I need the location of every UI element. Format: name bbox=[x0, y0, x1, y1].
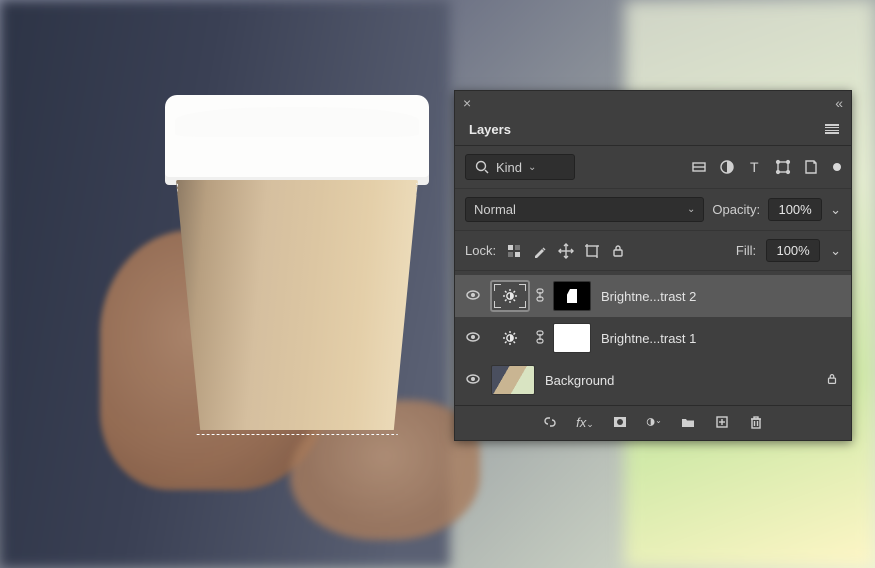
panel-menu-button[interactable] bbox=[821, 118, 843, 140]
image-thumbnail[interactable] bbox=[491, 365, 535, 395]
chevron-down-icon[interactable]: ⌄ bbox=[830, 243, 841, 259]
filter-adjustment-icon[interactable] bbox=[719, 159, 735, 175]
blend-mode-dropdown[interactable]: Normal ⌄ bbox=[465, 197, 704, 222]
brightness-icon bbox=[502, 330, 518, 346]
new-layer-icon[interactable] bbox=[714, 414, 730, 430]
layer-name[interactable]: Background bbox=[545, 373, 813, 388]
new-group-icon[interactable] bbox=[680, 414, 696, 430]
opacity-value[interactable] bbox=[775, 202, 815, 217]
layers-list: Brightne...trast 2 Brightne...trast 1 Ba… bbox=[455, 271, 851, 405]
layer-name[interactable]: Brightne...trast 2 bbox=[601, 289, 841, 304]
opacity-label: Opacity: bbox=[712, 202, 760, 217]
filter-shape-icon[interactable] bbox=[775, 159, 791, 175]
blend-mode-value: Normal bbox=[474, 202, 516, 217]
link-layers-icon[interactable] bbox=[542, 414, 558, 430]
visibility-toggle[interactable] bbox=[465, 287, 481, 306]
panel-tabs: Layers bbox=[455, 113, 851, 146]
layer-mask-thumbnail[interactable] bbox=[553, 281, 591, 311]
close-icon[interactable]: × bbox=[463, 95, 471, 111]
svg-text:T: T bbox=[750, 159, 759, 175]
layer-background[interactable]: Background bbox=[455, 359, 851, 401]
filter-smartobject-icon[interactable] bbox=[803, 159, 819, 175]
filter-pixel-icon[interactable] bbox=[691, 159, 707, 175]
lock-pixels-icon[interactable] bbox=[532, 243, 548, 259]
chevron-down-icon: ⌄ bbox=[528, 162, 536, 173]
filter-row: Kind ⌄ T bbox=[455, 146, 851, 189]
filter-type-dropdown[interactable]: Kind ⌄ bbox=[465, 154, 575, 180]
collapse-icon[interactable]: « bbox=[835, 95, 843, 111]
brightness-icon bbox=[502, 288, 518, 304]
layer-name[interactable]: Brightne...trast 1 bbox=[601, 331, 841, 346]
lock-transparency-icon[interactable] bbox=[506, 243, 522, 259]
filter-type-label: Kind bbox=[496, 160, 522, 175]
filter-type-icon[interactable]: T bbox=[747, 159, 763, 175]
visibility-toggle[interactable] bbox=[465, 329, 481, 348]
chevron-down-icon[interactable]: ⌄ bbox=[830, 202, 841, 218]
lock-fill-row: Lock: Fill: ⌄ bbox=[455, 231, 851, 271]
chevron-down-icon: ⌄ bbox=[687, 204, 695, 215]
layer-brightness-contrast-1[interactable]: Brightne...trast 1 bbox=[455, 317, 851, 359]
opacity-input[interactable] bbox=[768, 198, 822, 221]
add-mask-icon[interactable] bbox=[612, 414, 628, 430]
selection-marquee bbox=[177, 173, 417, 435]
layers-panel: × « Layers Kind ⌄ T Normal ⌄ Opac bbox=[454, 90, 852, 441]
lock-label: Lock: bbox=[465, 243, 496, 258]
panel-header: × « bbox=[455, 91, 851, 113]
layer-effects-button[interactable]: fx⌄ bbox=[576, 415, 594, 430]
lock-artboard-icon[interactable] bbox=[584, 243, 600, 259]
adjustment-thumbnail[interactable] bbox=[491, 281, 529, 311]
fill-label: Fill: bbox=[736, 243, 756, 258]
filter-toggle[interactable] bbox=[833, 163, 841, 171]
lock-icon[interactable] bbox=[823, 372, 841, 389]
delete-layer-icon[interactable] bbox=[748, 414, 764, 430]
adjustment-thumbnail[interactable] bbox=[491, 323, 529, 353]
blend-opacity-row: Normal ⌄ Opacity: ⌄ bbox=[455, 189, 851, 231]
layer-brightness-contrast-2[interactable]: Brightne...trast 2 bbox=[455, 275, 851, 317]
lock-position-icon[interactable] bbox=[558, 243, 574, 259]
cup-lid bbox=[165, 95, 429, 185]
visibility-toggle[interactable] bbox=[465, 371, 481, 390]
search-icon bbox=[474, 159, 490, 175]
fill-value[interactable] bbox=[773, 243, 813, 258]
mask-link-icon[interactable] bbox=[535, 287, 547, 306]
hamburger-icon bbox=[825, 124, 839, 134]
mask-link-icon[interactable] bbox=[535, 329, 547, 348]
panel-footer: fx⌄ ⌄ bbox=[455, 405, 851, 440]
layer-mask-thumbnail[interactable] bbox=[553, 323, 591, 353]
tab-layers[interactable]: Layers bbox=[455, 113, 525, 145]
fill-input[interactable] bbox=[766, 239, 820, 262]
lock-all-icon[interactable] bbox=[610, 243, 626, 259]
new-adjustment-icon[interactable]: ⌄ bbox=[646, 414, 662, 430]
